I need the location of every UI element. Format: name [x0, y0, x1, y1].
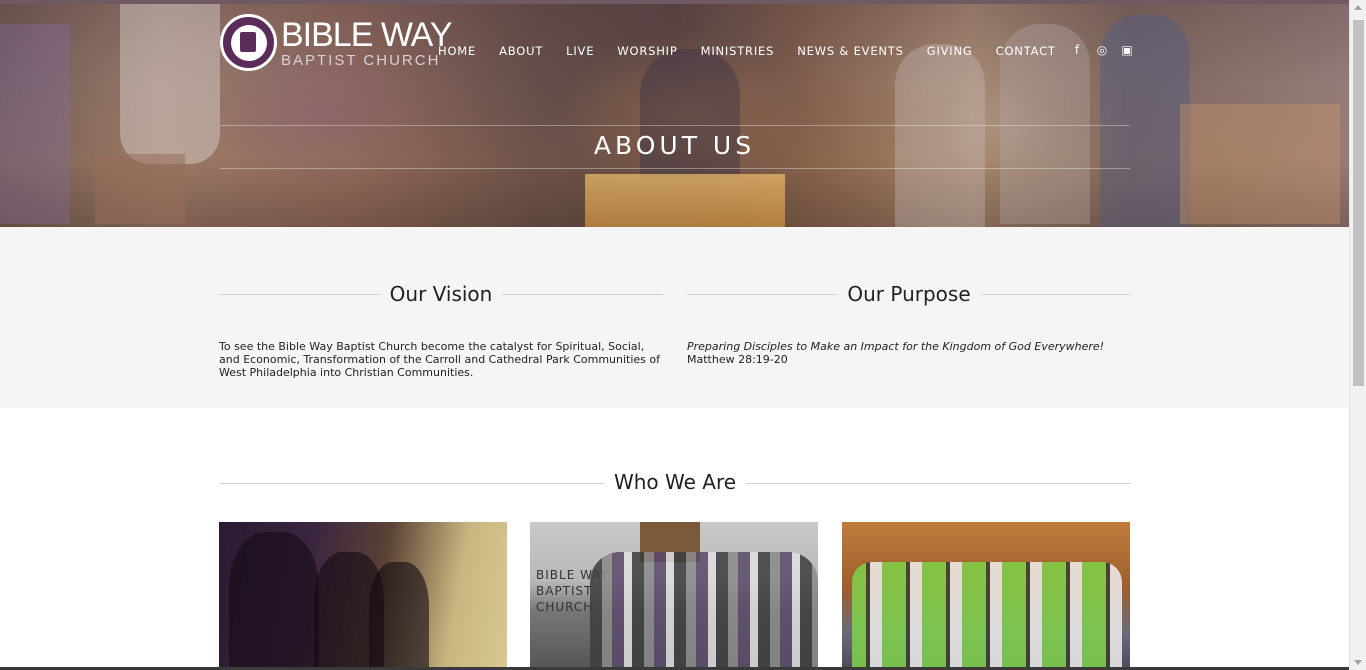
- social-links: f ◎ ▣: [1070, 43, 1134, 57]
- hero-photo-shape: [585, 174, 785, 227]
- photo-figure: [229, 532, 319, 670]
- logo-text: BIBLE WAY BAPTIST CHURCH: [281, 18, 452, 68]
- youtube-icon[interactable]: ▣: [1120, 43, 1134, 57]
- nav-news-events[interactable]: NEWS & EVENTS: [797, 44, 904, 58]
- vision-heading: Our Vision: [219, 282, 663, 306]
- photo-prayer[interactable]: [219, 522, 507, 670]
- logo-seal-icon: [220, 14, 277, 71]
- purpose-heading: Our Purpose: [687, 282, 1131, 306]
- vision-purpose-section: Our Vision To see the Bible Way Baptist …: [0, 227, 1349, 408]
- vision-text: To see the Bible Way Baptist Church beco…: [219, 340, 661, 379]
- logo-bible-icon: [230, 24, 267, 61]
- photo-crowd: [590, 552, 818, 670]
- hero-divider-top: [220, 125, 1130, 126]
- photo-children: [852, 562, 1122, 670]
- nav-about[interactable]: ABOUT: [499, 44, 543, 58]
- vision-heading-row: Our Vision: [219, 282, 663, 306]
- vertical-scrollbar[interactable]: [1349, 0, 1366, 670]
- scroll-down-icon[interactable]: [1354, 660, 1362, 665]
- purpose-heading-row: Our Purpose: [687, 282, 1131, 306]
- logo-subtitle: BAPTIST CHURCH: [281, 51, 441, 69]
- photo-figure: [369, 562, 429, 670]
- logo-title: BIBLE WAY: [281, 15, 452, 54]
- nav-giving[interactable]: GIVING: [927, 44, 973, 58]
- hero-photo-shape: [1180, 104, 1340, 224]
- who-heading: Who We Are: [219, 470, 1131, 494]
- purpose-statement: Preparing Disciples to Make an Impact fo…: [687, 340, 1105, 353]
- scroll-up-icon[interactable]: [1354, 5, 1362, 10]
- hero-photo-shape: [0, 24, 70, 224]
- purpose-heading-text: Our Purpose: [837, 282, 981, 306]
- photo-congregation[interactable]: BIBLE WAY BAPTIST CHURCH: [530, 522, 818, 670]
- nav-contact[interactable]: CONTACT: [996, 44, 1056, 58]
- instagram-icon[interactable]: ◎: [1095, 43, 1109, 57]
- purpose-text: Preparing Disciples to Make an Impact fo…: [687, 340, 1131, 366]
- purpose-reference: Matthew 28:19-20: [687, 353, 788, 366]
- facebook-icon[interactable]: f: [1070, 43, 1084, 57]
- nav-live[interactable]: LIVE: [566, 44, 594, 58]
- main-nav: HOME ABOUT LIVE WORSHIP MINISTRIES NEWS …: [438, 44, 1079, 58]
- vision-heading-text: Our Vision: [379, 282, 503, 306]
- hero-photo-shape: [95, 154, 185, 224]
- who-heading-row: Who We Are: [219, 470, 1131, 496]
- scroll-thumb[interactable]: [1353, 20, 1364, 386]
- nav-home[interactable]: HOME: [438, 44, 476, 58]
- who-we-are-section: Who We Are BIBLE WAY BAPTIST CHURCH: [0, 408, 1349, 670]
- nav-worship[interactable]: WORSHIP: [617, 44, 677, 58]
- hero-divider-bottom: [220, 168, 1130, 169]
- nav-ministries[interactable]: MINISTRIES: [701, 44, 775, 58]
- who-heading-text: Who We Are: [603, 470, 747, 494]
- site-logo[interactable]: BIBLE WAY BAPTIST CHURCH: [220, 14, 452, 71]
- photo-youth-choir[interactable]: [842, 522, 1130, 670]
- page-title: ABOUT US: [593, 131, 756, 160]
- hero-banner: BIBLE WAY BAPTIST CHURCH HOME ABOUT LIVE…: [0, 4, 1349, 227]
